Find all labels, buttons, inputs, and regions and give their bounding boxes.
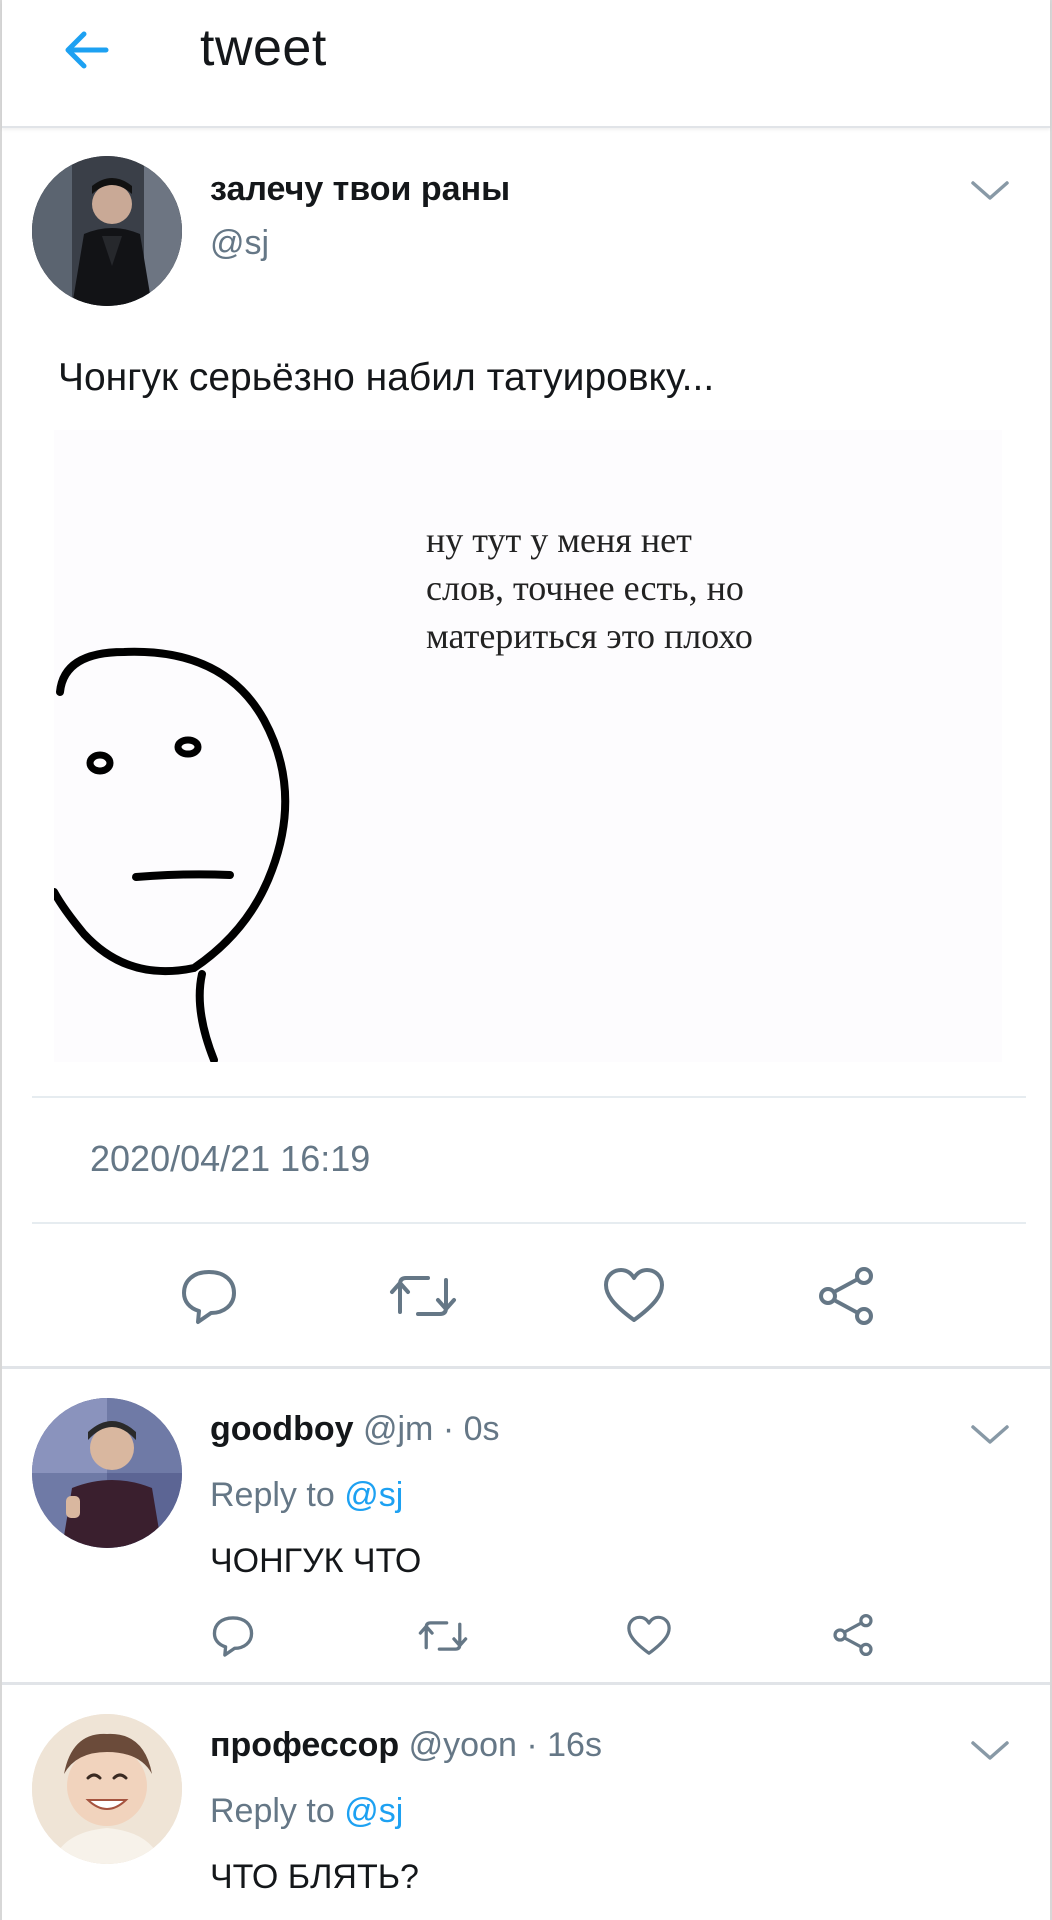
chevron-down-icon xyxy=(971,1425,1009,1444)
share-button[interactable] xyxy=(814,1264,878,1333)
section-separator xyxy=(2,1682,1050,1685)
reply-author-name[interactable]: профессор xyxy=(210,1726,399,1764)
share-icon xyxy=(833,1613,873,1657)
reply-icon xyxy=(212,1616,254,1657)
reply-menu-button[interactable] xyxy=(968,1736,1012,1766)
reply-text: ЧОНГУК ЧТО xyxy=(210,1542,422,1580)
like-icon xyxy=(627,1615,671,1655)
reply-reply-button[interactable] xyxy=(210,1612,256,1663)
reply-share-button[interactable] xyxy=(830,1612,876,1663)
back-button[interactable] xyxy=(56,22,116,82)
page-title: tweet xyxy=(200,19,327,77)
retweet-icon xyxy=(418,1621,468,1651)
tweet-text: Чонгук серьёзно набил татуировку... xyxy=(58,356,715,399)
meta-dot: · xyxy=(442,1410,455,1448)
share-icon xyxy=(819,1267,873,1325)
reply-to-line: Reply to @sj xyxy=(210,1792,403,1831)
like-icon xyxy=(604,1268,664,1322)
author-handle[interactable]: @sj xyxy=(210,224,269,263)
reply-to-label: Reply to xyxy=(210,1792,335,1830)
reply-icon xyxy=(182,1270,236,1324)
reply-text: ЧТО БЛЯТЬ? xyxy=(210,1858,419,1896)
reply-time: 0s xyxy=(463,1410,500,1448)
reply-to-label: Reply to xyxy=(210,1476,335,1514)
meme-caption: ну тут у меня нет слов, точнее есть, но … xyxy=(426,520,753,656)
author-avatar[interactable] xyxy=(32,156,182,306)
chevron-down-icon xyxy=(971,181,1009,200)
like-button[interactable] xyxy=(602,1266,666,1331)
retweet-icon xyxy=(390,1276,456,1316)
reply-to-line: Reply to @sj xyxy=(210,1476,403,1515)
author-name[interactable]: залечу твои раны xyxy=(210,170,510,209)
reply-retweet-button[interactable] xyxy=(416,1614,470,1663)
retweet-button[interactable] xyxy=(386,1266,460,1331)
section-separator xyxy=(2,1366,1050,1369)
reply-avatar[interactable] xyxy=(32,1714,182,1864)
divider xyxy=(32,1096,1026,1098)
tweet-timestamp: 2020/04/21 16:19 xyxy=(90,1138,371,1179)
reply-header: профессор @yoon · 16s xyxy=(210,1726,602,1765)
poker-face-drawing xyxy=(54,647,290,1062)
reply-header: goodboy @jm · 0s xyxy=(210,1410,500,1449)
reply-to-handle-link[interactable]: @sj xyxy=(344,1476,403,1514)
chevron-down-icon xyxy=(971,1741,1009,1760)
reply-time: 16s xyxy=(547,1726,602,1764)
tweet-menu-button[interactable] xyxy=(968,176,1012,206)
top-bar: tweet xyxy=(2,0,1050,128)
reply-avatar[interactable] xyxy=(32,1398,182,1548)
meta-dot: · xyxy=(526,1726,538,1764)
tweet-media-image[interactable]: ну тут у меня нет слов, точнее есть, но … xyxy=(54,430,1002,1062)
reply-to-handle-link[interactable]: @sj xyxy=(344,1792,403,1830)
divider xyxy=(32,1222,1026,1224)
reply-author-handle[interactable]: @jm xyxy=(363,1410,433,1448)
app-frame: tweet залечу твои раны @sj Чонгук серьёз… xyxy=(0,0,1052,1920)
reply-author-name[interactable]: goodboy xyxy=(210,1410,354,1448)
reply-like-button[interactable] xyxy=(626,1614,672,1663)
reply-button[interactable] xyxy=(178,1264,240,1331)
arrow-left-icon xyxy=(65,31,109,69)
reply-menu-button[interactable] xyxy=(968,1420,1012,1450)
reply-author-handle[interactable]: @yoon xyxy=(409,1726,517,1764)
